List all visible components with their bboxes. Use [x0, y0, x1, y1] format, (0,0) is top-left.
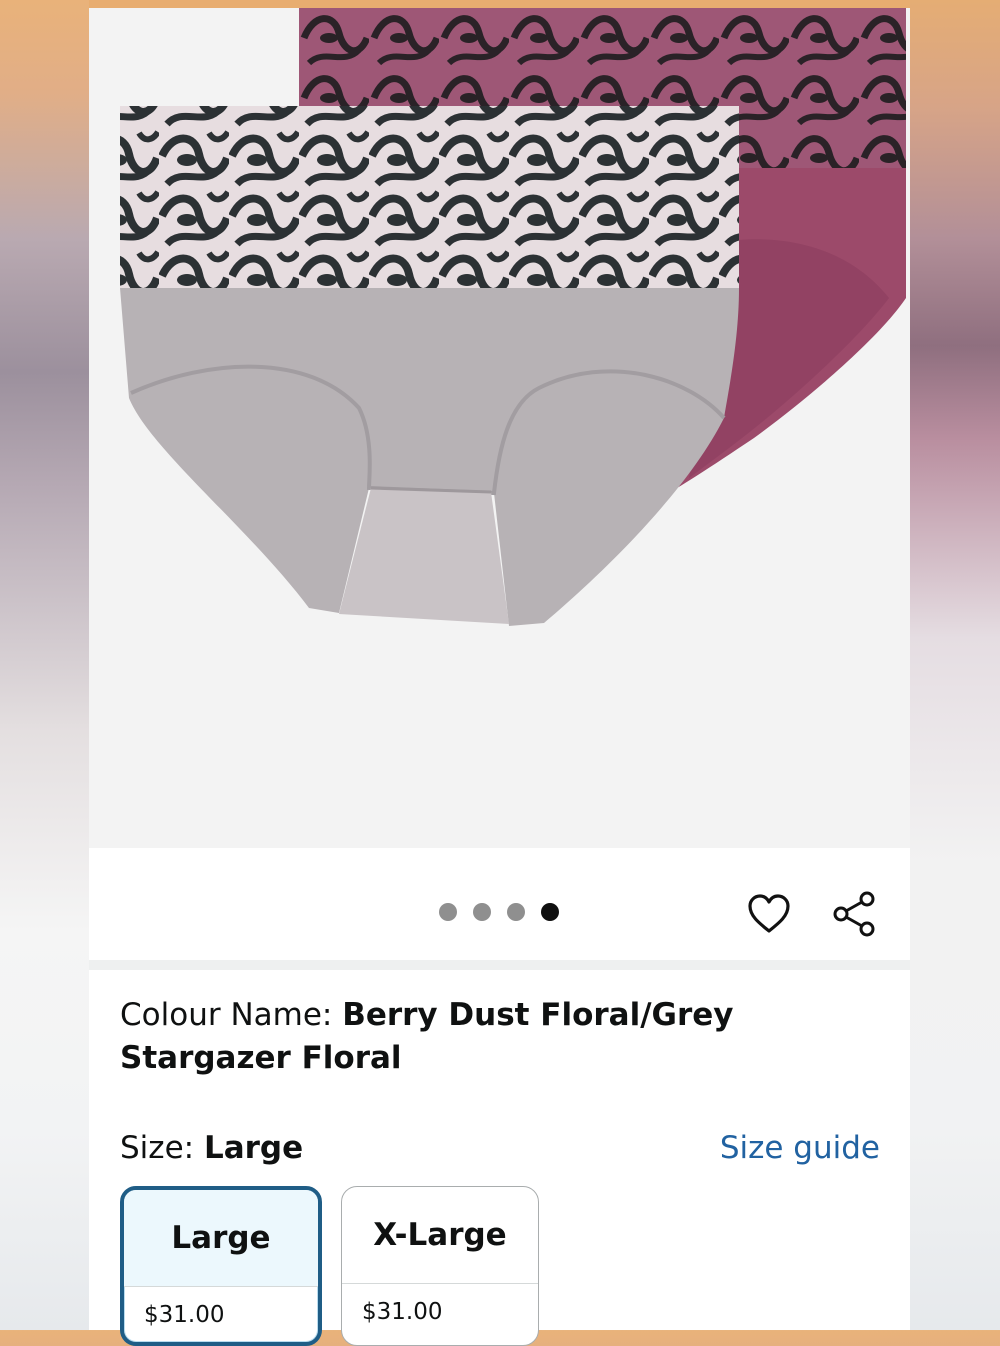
size-option-price: $31.00	[342, 1283, 538, 1345]
section-divider	[89, 960, 910, 970]
size-option-name: X-Large	[373, 1217, 507, 1253]
colour-name-row: Colour Name: Berry Dust Floral/Grey Star…	[120, 994, 880, 1080]
carousel-dot[interactable]	[439, 903, 457, 921]
size-option-x-large[interactable]: X-Large $31.00	[341, 1186, 539, 1346]
size-option-name: Large	[124, 1190, 318, 1286]
background-blur-left	[0, 0, 89, 1330]
size-value: Large	[203, 1130, 304, 1166]
share-icon	[833, 891, 875, 937]
carousel-dot[interactable]	[473, 903, 491, 921]
wishlist-button[interactable]	[745, 890, 793, 938]
image-carousel-dots	[439, 902, 559, 922]
size-row: Size: Large	[120, 1128, 303, 1168]
colour-label: Colour Name:	[120, 997, 343, 1033]
variation-details: Colour Name: Berry Dust Floral/Grey Star…	[89, 970, 910, 1346]
share-button[interactable]	[831, 890, 879, 938]
top-strip	[89, 0, 910, 8]
product-illustration	[120, 8, 906, 626]
product-gallery-card	[89, 8, 910, 960]
carousel-dot-active[interactable]	[541, 903, 559, 921]
size-option-price: $31.00	[124, 1286, 318, 1342]
product-image[interactable]	[89, 8, 910, 848]
size-label: Size:	[120, 1130, 204, 1166]
size-guide-link[interactable]: Size guide	[720, 1128, 880, 1168]
heart-outline-icon	[748, 894, 790, 933]
size-option-large[interactable]: Large $31.00	[120, 1186, 322, 1346]
background-blur-right	[910, 0, 1000, 1330]
carousel-dot[interactable]	[507, 903, 525, 921]
